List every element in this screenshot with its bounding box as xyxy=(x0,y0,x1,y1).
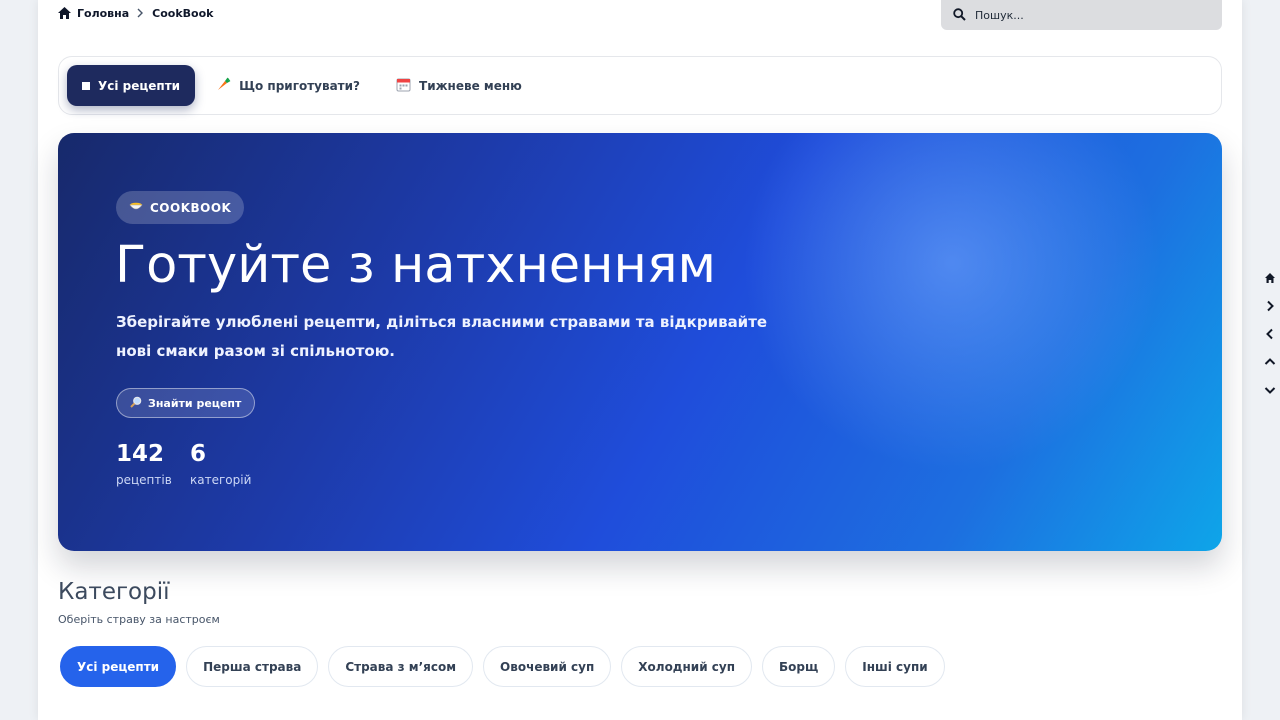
page-container: Головна CookBook Усі рецепти Що приготув… xyxy=(38,0,1242,720)
category-chips: Усі рецепти Перша страва Страва з м’ясом… xyxy=(60,646,945,687)
stat-recipes-value: 142 xyxy=(116,441,165,467)
tab-what-to-cook[interactable]: Що приготувати? xyxy=(201,65,375,106)
hero-badge: COOKBOOK xyxy=(116,191,245,224)
hero-title: Готуйте з натхненням xyxy=(115,236,717,295)
tab-bar: Усі рецепти Що приготувати? Тижневе меню xyxy=(58,56,1222,115)
stat-categories: 6 категорій xyxy=(190,441,251,487)
chip-borscht[interactable]: Борщ xyxy=(762,646,836,687)
search-input[interactable] xyxy=(975,8,1195,22)
breadcrumb-home-link[interactable]: Головна xyxy=(77,7,129,20)
search-box[interactable] xyxy=(941,0,1222,30)
bowl-icon xyxy=(129,200,143,215)
square-icon xyxy=(82,81,90,90)
chip-cold-soup[interactable]: Холодний суп xyxy=(621,646,753,687)
tab-all-recipes[interactable]: Усі рецепти xyxy=(67,65,196,106)
tab-label: Тижневе меню xyxy=(419,78,522,93)
categories-title: Категорії xyxy=(58,579,170,605)
find-recipe-button[interactable]: Знайти рецепт xyxy=(116,388,256,418)
search-icon xyxy=(953,6,966,25)
tab-label: Усі рецепти xyxy=(98,78,181,93)
categories-subtitle: Оберіть страву за настроєм xyxy=(58,613,220,626)
chip-all-recipes[interactable]: Усі рецепти xyxy=(60,646,177,687)
breadcrumb-current: CookBook xyxy=(152,6,214,20)
calendar-icon xyxy=(396,77,411,95)
find-recipe-label: Знайти рецепт xyxy=(148,396,242,410)
stat-recipes: 142 рецептів xyxy=(116,441,172,487)
stat-categories-label: категорій xyxy=(190,473,252,487)
chip-meat-dish[interactable]: Страва з м’ясом xyxy=(328,646,474,687)
hero-subtitle: Зберігайте улюблені рецепти, діліться вл… xyxy=(116,313,768,360)
tab-label: Що приготувати? xyxy=(239,78,361,93)
chevron-down-icon[interactable] xyxy=(1262,382,1278,398)
side-navigation xyxy=(1260,270,1280,398)
stat-categories-value: 6 xyxy=(190,441,207,467)
home-icon[interactable] xyxy=(58,7,71,19)
hero-glow xyxy=(742,133,1162,473)
stat-recipes-label: рецептів xyxy=(116,473,172,487)
hero-badge-label: COOKBOOK xyxy=(150,200,232,215)
tab-weekly-menu[interactable]: Тижневе меню xyxy=(381,65,537,106)
carrot-icon xyxy=(216,77,231,95)
chip-first-course[interactable]: Перша страва xyxy=(186,646,319,687)
chevron-right-icon[interactable] xyxy=(1262,298,1278,314)
chevron-left-icon[interactable] xyxy=(1262,326,1278,342)
hero-banner: COOKBOOK Готуйте з натхненням Зберігайте… xyxy=(58,133,1222,551)
chip-other-soups[interactable]: Інші супи xyxy=(845,646,945,687)
breadcrumb: Головна CookBook xyxy=(58,4,214,22)
magnifier-icon xyxy=(130,396,142,411)
home-icon[interactable] xyxy=(1262,270,1278,286)
chip-vegetable-soup[interactable]: Овочевий суп xyxy=(483,646,612,687)
chevron-right-icon xyxy=(137,8,144,18)
chevron-up-icon[interactable] xyxy=(1262,354,1278,370)
